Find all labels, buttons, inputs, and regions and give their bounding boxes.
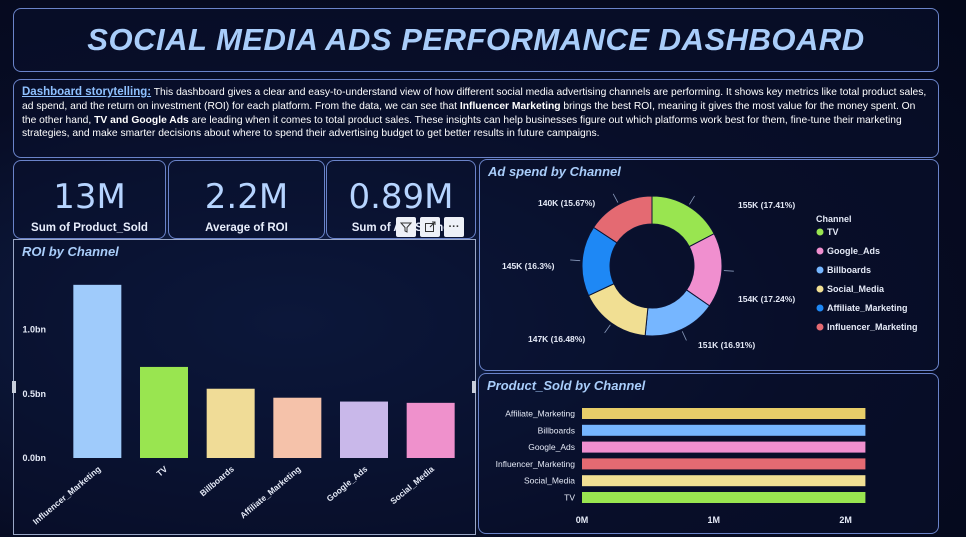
product-sold-bar-chart: Affiliate_Marketing Billboards Google_Ads I… xyxy=(496,408,866,525)
legend-marker xyxy=(816,266,824,274)
data-label: 154K (17.24%) xyxy=(738,294,795,304)
bar-tv xyxy=(582,492,866,503)
legend-marker xyxy=(816,304,824,312)
y-tick-label: Google_Ads xyxy=(528,442,575,452)
bar-affiliate-marketing xyxy=(582,408,866,419)
legend-marker xyxy=(816,228,824,236)
leader-line xyxy=(604,324,611,334)
bar-billboards xyxy=(582,424,866,436)
legend-item: Billboards xyxy=(827,265,871,275)
bar-google-ads xyxy=(340,401,388,458)
x-tick-label: Google_Ads xyxy=(325,464,370,504)
legend-item: Google_Ads xyxy=(827,246,880,256)
product-sold-chart-panel[interactable]: Product_Sold by Channel Affiliate_Market… xyxy=(478,373,939,534)
kpi-card-product-sold[interactable]: 13M Sum of Product_Sold xyxy=(13,160,166,239)
bar-affiliate-marketing xyxy=(273,397,322,458)
bar-social-media xyxy=(582,475,866,487)
leader-line xyxy=(689,195,695,205)
filter-icon[interactable] xyxy=(396,217,416,237)
data-label: 147K (16.48%) xyxy=(528,334,585,344)
legend-title: Channel xyxy=(816,214,852,224)
leader-line xyxy=(681,331,687,341)
legend-marker xyxy=(816,323,824,331)
data-label: 155K (17.41%) xyxy=(738,200,795,210)
x-tick-label: TV xyxy=(155,464,170,479)
legend-item: Social_Media xyxy=(827,284,885,294)
legend-item: TV xyxy=(827,227,839,237)
y-tick-label: Influencer_Marketing xyxy=(496,459,576,469)
leader-line xyxy=(570,259,581,262)
ad-spend-chart-panel[interactable]: Ad spend by Channel 155K (17.41%) 154K (1… xyxy=(479,159,939,371)
visual-toolbar: ··· xyxy=(396,217,476,239)
storytelling-bold-2: TV and Google Ads xyxy=(94,114,189,126)
bar-social-media xyxy=(406,402,455,458)
y-tick-label: Billboards xyxy=(538,425,575,435)
x-tick-label: Affiliate_Marketing xyxy=(238,464,303,521)
bar-billboards xyxy=(206,388,255,458)
legend-item: Affiliate_Marketing xyxy=(827,303,908,313)
kpi-label: Average of ROI xyxy=(205,222,288,234)
x-tick-label: Influencer_Marketing xyxy=(31,464,103,527)
y-tick-label: Affiliate_Marketing xyxy=(505,409,575,419)
focus-mode-icon[interactable] xyxy=(420,217,440,237)
title-panel: SOCIAL MEDIA ADS PERFORMANCE DASHBOARD xyxy=(13,8,939,72)
bar-influencer-marketing xyxy=(582,458,866,470)
x-tick-label: Billboards xyxy=(198,464,236,499)
dashboard-title: SOCIAL MEDIA ADS PERFORMANCE DASHBOARD xyxy=(87,22,865,57)
resize-handle-right[interactable] xyxy=(472,381,476,393)
bar-google-ads xyxy=(582,441,866,453)
kpi-card-average-roi[interactable]: 2.2M Average of ROI xyxy=(168,160,325,239)
storytelling-bold-1: Influencer Marketing xyxy=(459,100,561,112)
resize-handle-left[interactable] xyxy=(12,381,16,393)
more-options-icon[interactable]: ··· xyxy=(444,217,464,237)
roi-chart-panel[interactable]: ROI by Channel 0.0bn 0.5bn 1.0bn Influencer… xyxy=(13,239,476,535)
kpi-value: 2.2M xyxy=(204,177,289,217)
x-tick-label: 2M xyxy=(839,515,852,525)
leader-line xyxy=(612,193,619,203)
x-tick-label: 1M xyxy=(708,515,721,525)
legend-marker xyxy=(816,285,824,293)
bar-tv xyxy=(140,366,188,458)
ad-spend-donut-chart: 155K (17.41%) 154K (17.24%) 151K (16.91%) 1… xyxy=(502,193,918,350)
y-tick-label: Social_Media xyxy=(524,476,575,486)
x-tick-label: 0M xyxy=(576,515,589,525)
kpi-label: Sum of Product_Sold xyxy=(31,222,148,234)
kpi-value: 0.89M xyxy=(348,177,454,217)
y-tick-label: TV xyxy=(564,493,575,503)
data-label: 145K (16.3%) xyxy=(502,261,555,271)
leader-line xyxy=(723,270,734,272)
legend-marker xyxy=(816,247,824,255)
data-label: 140K (15.67%) xyxy=(538,198,595,208)
roi-bar-chart: 0.0bn 0.5bn 1.0bn Influencer_Marketing TV Bil… xyxy=(22,284,455,527)
bar-influencer-marketing xyxy=(73,284,122,458)
y-tick-label: 1.0bn xyxy=(22,325,46,335)
y-tick-label: 0.5bn xyxy=(22,389,46,399)
data-label: 151K (16.91%) xyxy=(698,340,755,350)
y-tick-label: 0.0bn xyxy=(22,453,46,463)
storytelling-label: Dashboard storytelling: xyxy=(22,86,152,98)
legend-item: Influencer_Marketing xyxy=(827,322,918,332)
kpi-value: 13M xyxy=(53,177,126,217)
x-tick-label: Social_Media xyxy=(388,464,436,506)
storytelling-panel: Dashboard storytelling: This dashboard g… xyxy=(13,79,939,158)
